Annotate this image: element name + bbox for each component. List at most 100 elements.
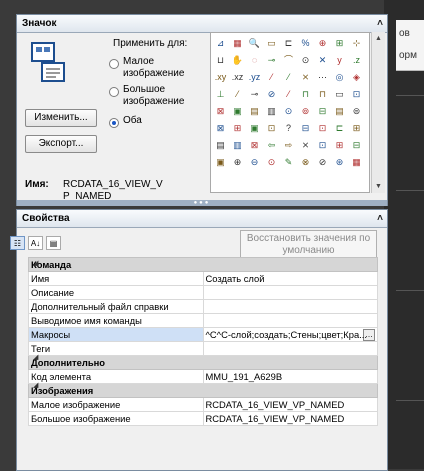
expand-arrow-icon[interactable]: ◢ [33,353,38,361]
scroll-up-icon[interactable]: ▲ [372,32,385,45]
properties-pane-header[interactable]: Свойства ˄ [17,210,387,228]
property-value-small-image[interactable]: RCDATA_16_VIEW_VP_NAMED [202,397,378,412]
gallery-image-icon[interactable]: ⊞ [332,36,347,51]
gallery-image-icon[interactable]: ▥ [264,104,279,119]
gallery-image-icon[interactable]: ⊞ [230,121,245,136]
property-value-name[interactable]: Создать слой [202,271,378,286]
gallery-image-icon[interactable]: ⁄ [281,87,296,102]
gallery-image-icon[interactable]: ⊥ [213,87,228,102]
gallery-image-icon[interactable]: y [332,53,347,68]
gallery-image-icon[interactable]: ▤ [332,104,347,119]
gallery-image-icon[interactable]: ⊙ [281,104,296,119]
gallery-image-icon[interactable]: ▭ [332,87,347,102]
property-value-large-image[interactable]: RCDATA_16_VIEW_VP_NAMED [202,411,378,426]
radio-large-image[interactable]: Большое изображение [109,84,184,108]
gallery-image-icon[interactable]: ⊖ [247,155,262,170]
property-value-element-id[interactable]: MMU_191_A629B [202,369,378,384]
gallery-image-icon[interactable]: ⁄ [281,70,296,85]
property-pages-icon[interactable]: ▤ [46,236,61,250]
radio-button-selected[interactable] [109,118,119,128]
gallery-image-icon[interactable]: ⋯ [315,70,330,85]
gallery-image-icon[interactable]: ⊠ [213,121,228,136]
restore-defaults-button[interactable]: Восстановить значения по умолчанию [240,230,377,258]
gallery-image-icon[interactable]: ⌒ [281,53,296,68]
property-value-help-file[interactable] [202,299,378,314]
gallery-image-icon[interactable]: ⊚ [298,104,313,119]
gallery-image-icon[interactable]: ⊡ [264,121,279,136]
gallery-image-icon[interactable]: .xy [213,70,228,85]
image-gallery[interactable]: ⊿ ▦ 🔍 ▭ ⊏% ⊕ ⊞ ⊹ ⊔ ✋ ◌ ⊸ ⌒ ⊙ ✕ y .z .xy .xz .yz ⁄ ⁄ ⨯ ⋯ ◎ ◈ ⊥ ⁄ ⊸ ⊘ ⁄ ⊓… [210,32,370,193]
gallery-image-icon[interactable]: ⊙ [264,155,279,170]
gallery-image-icon[interactable]: ⊓ [315,87,330,102]
gallery-image-icon[interactable]: ▣ [247,121,262,136]
gallery-image-icon[interactable]: ? [281,121,296,136]
gallery-image-icon[interactable]: ⊸ [247,87,262,102]
radio-small-image[interactable]: Малое изображение [109,56,184,80]
gallery-image-icon[interactable]: .yz [247,70,262,85]
gallery-image-icon[interactable]: 🔍 [247,36,262,51]
edit-button[interactable]: Изменить... [25,109,97,127]
categorized-view-icon[interactable]: ☷ [10,236,25,250]
gallery-image-icon[interactable]: ⊡ [349,87,364,102]
expand-arrow-icon[interactable]: ◢ [33,381,38,389]
gallery-image-icon[interactable]: ⊗ [298,155,313,170]
gallery-image-icon[interactable]: ⊙ [298,53,313,68]
gallery-image-icon[interactable]: ⊕ [230,155,245,170]
gallery-image-icon[interactable]: ⊞ [332,138,347,153]
gallery-image-icon[interactable]: ⊹ [349,36,364,51]
category-command[interactable]: Команда [28,257,378,272]
gallery-image-icon[interactable]: ▤ [247,104,262,119]
category-advanced[interactable]: Дополнительно [28,355,378,370]
property-value-display-name[interactable] [202,313,378,328]
gallery-image-icon[interactable]: ◌ [247,53,262,68]
gallery-image-icon[interactable]: ✕ [315,53,330,68]
collapse-icon[interactable]: ˄ [377,15,383,32]
radio-button[interactable] [109,87,119,97]
gallery-image-icon[interactable]: ⊘ [315,155,330,170]
gallery-image-icon[interactable]: ⊟ [315,104,330,119]
gallery-image-icon[interactable]: ⊸ [264,53,279,68]
gallery-image-icon[interactable]: ▣ [213,155,228,170]
radio-button[interactable] [109,59,119,69]
gallery-image-icon[interactable]: ⊡ [315,121,330,136]
gallery-image-icon[interactable]: ⊿ [213,36,228,51]
gallery-image-icon[interactable]: ⇦ [264,138,279,153]
gallery-image-icon[interactable]: ▤ [213,138,228,153]
gallery-image-icon[interactable]: ⁄ [230,87,245,102]
gallery-image-icon[interactable]: ⊟ [349,138,364,153]
gallery-image-icon[interactable]: ⊕ [315,36,330,51]
icon-pane-header[interactable]: Значок ˄ [17,15,387,33]
gallery-image-icon[interactable]: ▦ [349,155,364,170]
gallery-image-icon[interactable]: ▦ [230,36,245,51]
export-button[interactable]: Экспорт... [25,135,97,153]
gallery-image-icon[interactable]: ⊘ [264,87,279,102]
collapse-icon[interactable]: ˄ [377,210,383,227]
scroll-down-icon[interactable]: ▼ [372,180,385,193]
expand-arrow-icon[interactable]: ◢ [33,259,38,267]
gallery-image-icon[interactable]: ⊟ [298,121,313,136]
gallery-scrollbar[interactable]: ▲ ▼ [371,32,385,193]
gallery-image-icon[interactable]: ⊡ [315,138,330,153]
gallery-image-icon[interactable]: .z [349,53,364,68]
property-value-macro[interactable]: … ^C^C-слой;создать;Стены;цвет;Кра... [202,327,378,342]
gallery-image-icon[interactable]: ⊏ [332,121,347,136]
gallery-image-icon[interactable]: ⊞ [349,121,364,136]
alphabetical-sort-icon[interactable]: A↓ [28,236,43,250]
gallery-image-icon[interactable]: ⇨ [281,138,296,153]
gallery-image-icon[interactable]: ⊜ [349,104,364,119]
gallery-image-icon[interactable]: % [298,36,313,51]
category-images[interactable]: Изображения [28,383,378,398]
gallery-image-icon[interactable]: ✋ [230,53,245,68]
gallery-image-icon[interactable]: ◈ [349,70,364,85]
gallery-image-icon[interactable]: ⊓ [298,87,313,102]
gallery-image-icon[interactable]: ⨯ [298,70,313,85]
gallery-image-icon[interactable]: ⊛ [332,155,347,170]
gallery-image-icon[interactable]: .xz [230,70,245,85]
gallery-image-icon[interactable]: ⁄ [264,70,279,85]
gallery-image-icon[interactable]: ▣ [230,104,245,119]
gallery-image-icon[interactable]: ✎ [281,155,296,170]
gallery-image-icon[interactable]: ⨯ [298,138,313,153]
radio-both[interactable]: Оба [109,115,142,128]
pane-splitter[interactable]: ●●● [17,200,387,206]
gallery-image-icon[interactable]: ▥ [230,138,245,153]
